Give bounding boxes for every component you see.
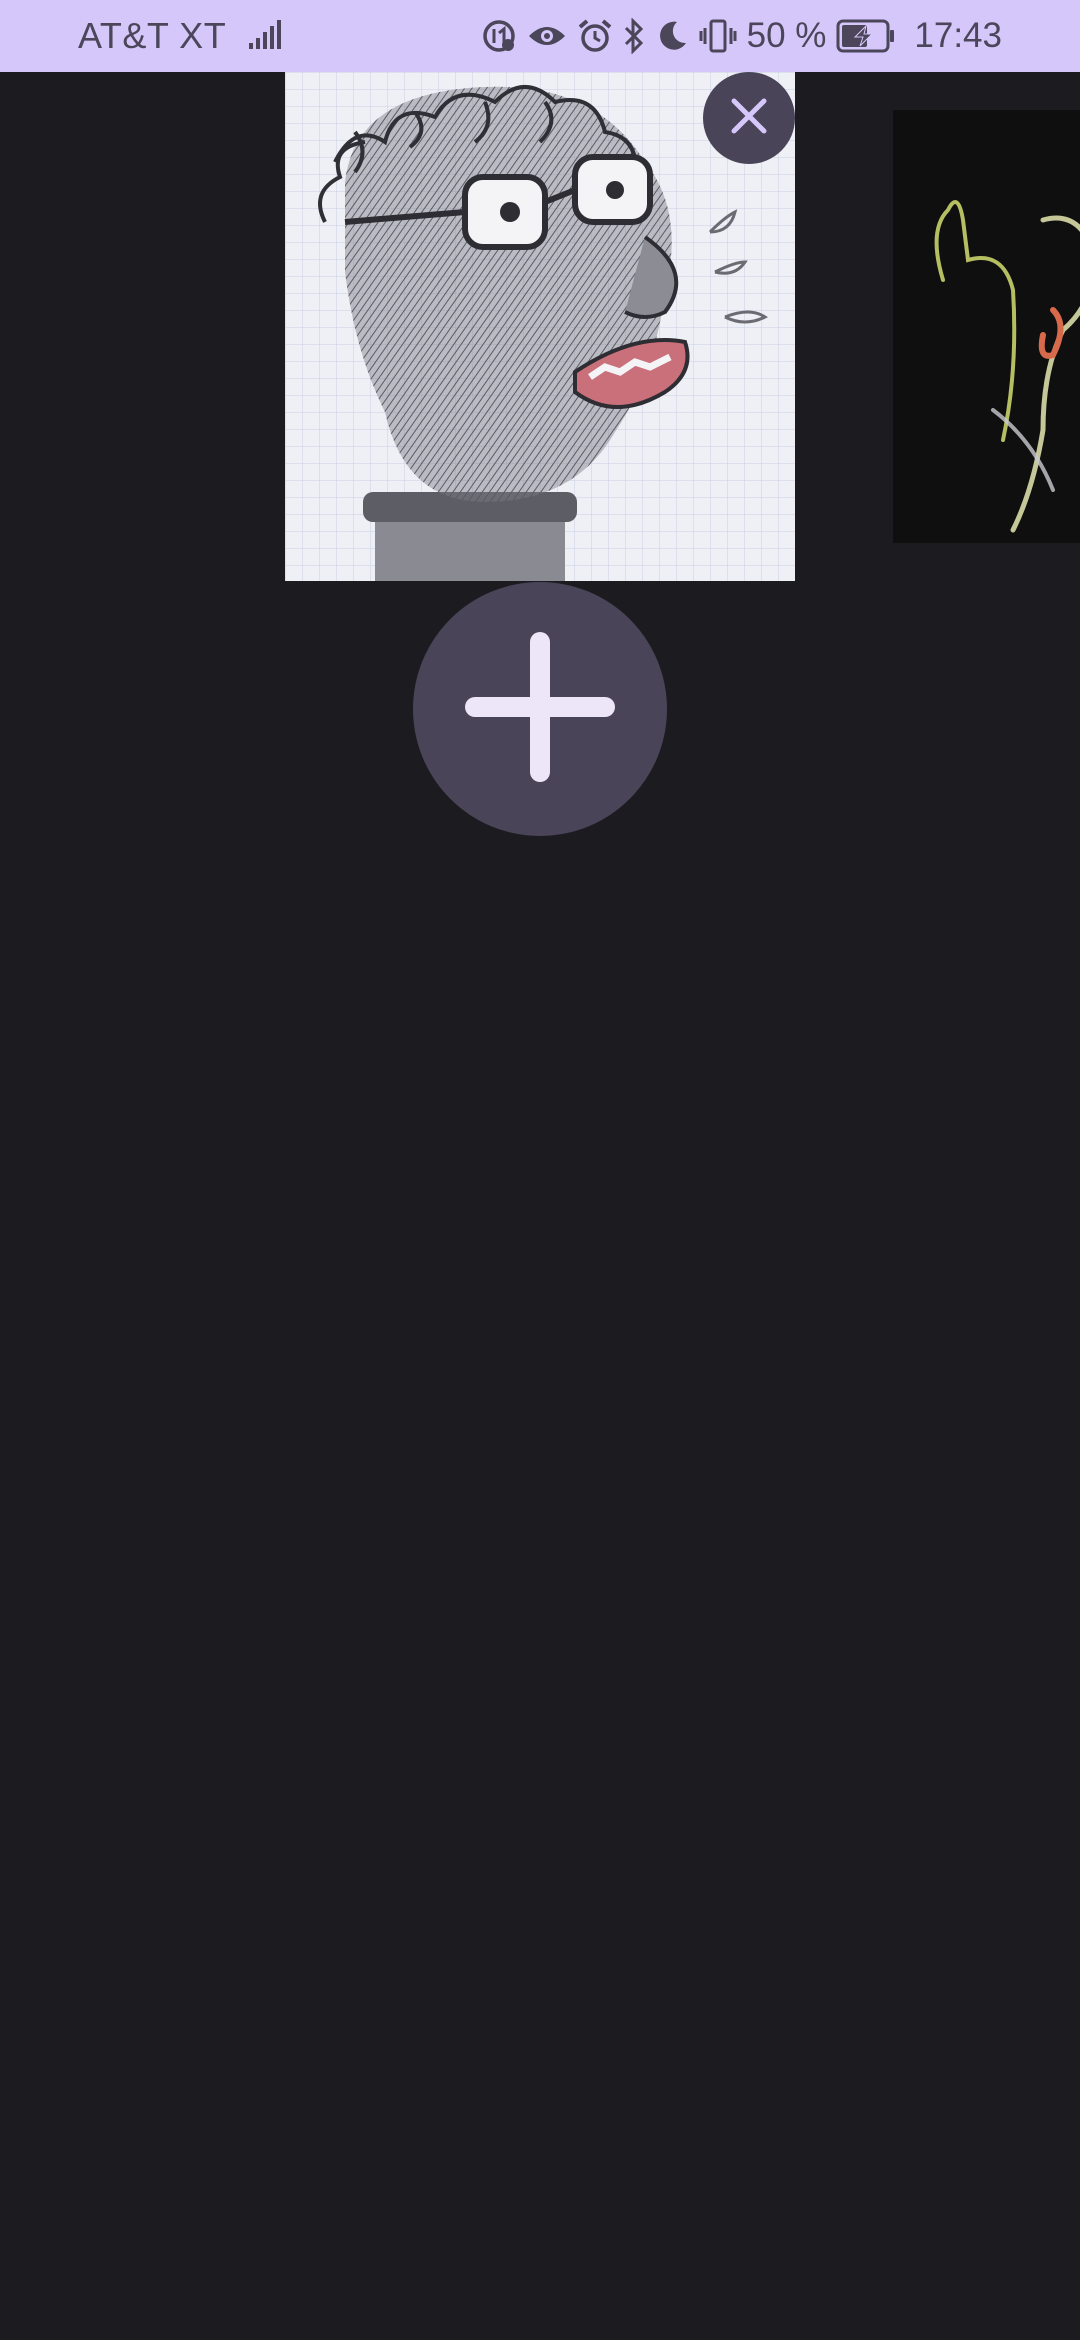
alarm-icon <box>577 18 613 54</box>
close-icon <box>728 95 770 142</box>
battery-percent: 50 % <box>746 16 827 55</box>
do-not-disturb-icon <box>655 19 689 53</box>
add-photo-button[interactable] <box>413 582 667 836</box>
eye-icon <box>527 21 567 51</box>
carrier-name: AT&T XT <box>78 15 227 56</box>
plus-icon <box>465 631 615 787</box>
neon-figure-image <box>893 110 1080 543</box>
signal-icon <box>248 19 282 54</box>
battery-charging-icon <box>836 19 896 53</box>
vibrate-icon <box>699 18 737 54</box>
clock: 17:43 <box>914 16 1002 55</box>
status-bar: AT&T XT 50 % 17:43 <box>0 0 1080 72</box>
status-left: AT&T XT <box>78 0 282 72</box>
data-saver-icon <box>481 18 517 54</box>
remove-photo-button[interactable] <box>703 72 795 164</box>
neon-figure-photo[interactable] <box>893 110 1080 543</box>
bluetooth-icon <box>623 18 645 54</box>
status-right: 50 % 17:43 <box>481 0 1002 72</box>
